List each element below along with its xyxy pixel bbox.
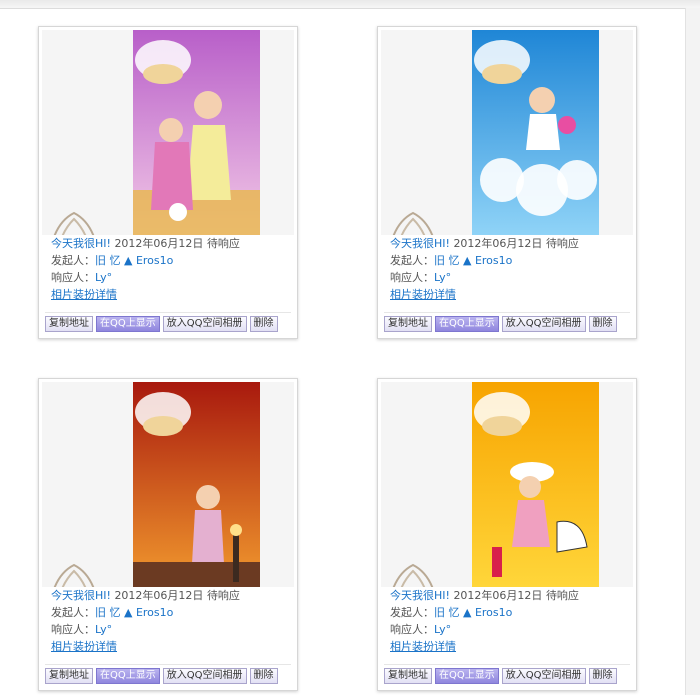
responder-name-link[interactable]: Ly° [434,271,451,284]
card-title-link[interactable]: 今天我很HI! [51,237,111,250]
feather-deco-icon [392,211,434,235]
delete-button[interactable]: 删除 [588,668,617,684]
card-actions: 复制地址 在QQ上显示 放入QQ空间相册 删除 [384,316,617,332]
card-title-link[interactable]: 今天我很HI! [390,237,450,250]
show-on-qq-button[interactable]: 在QQ上显示 [435,668,499,684]
show-on-qq-button[interactable]: 在QQ上显示 [96,316,160,332]
photo-card: 今天我很HI! 2012年06月12日 待响应 发起人：旧 忆 ▲ Eros1o… [377,378,637,691]
card-info: 今天我很HI! 2012年06月12日 待响应 发起人：旧 忆 ▲ Eros1o… [51,235,291,303]
card-status: 待响应 [545,237,579,250]
delete-button[interactable]: 删除 [249,668,278,684]
page-scrollbar[interactable] [685,8,700,695]
responder-name-link[interactable]: Ly° [434,623,451,636]
initiator-label: 发起人： [51,254,95,267]
initiator-label: 发起人： [390,606,434,619]
feather-deco-icon [392,563,434,587]
initiator-label: 发起人： [51,606,95,619]
add-to-album-button[interactable]: 放入QQ空间相册 [162,668,247,684]
card-info: 今天我很HI! 2012年06月12日 待响应 发起人：旧 忆 ▲ Eros1o… [390,235,630,303]
responder-label: 响应人： [390,623,434,636]
photo-thumbnail[interactable] [472,382,599,587]
photo-card: 今天我很HI! 2012年06月12日 待响应 发起人：旧 忆 ▲ Eros1o… [377,26,637,339]
photo-frame [42,30,294,235]
photo-thumbnail[interactable] [133,30,260,235]
card-info: 今天我很HI! 2012年06月12日 待响应 发起人：旧 忆 ▲ Eros1o… [51,587,291,655]
photo-frame [381,30,633,235]
copy-address-button[interactable]: 复制地址 [45,316,93,332]
responder-name-link[interactable]: Ly° [95,623,112,636]
responder-label: 响应人： [51,623,95,636]
card-status: 待响应 [206,589,240,602]
photo-card: 今天我很HI! 2012年06月12日 待响应 发起人：旧 忆 ▲ Eros1o… [38,378,298,691]
browser-top-edge [0,0,700,9]
card-date: 2012年06月12日 [453,237,543,250]
photo-detail-link[interactable]: 相片装扮详情 [51,288,117,301]
photo-thumbnail[interactable] [133,382,260,587]
card-divider [45,312,291,313]
show-on-qq-button[interactable]: 在QQ上显示 [435,316,499,332]
copy-address-button[interactable]: 复制地址 [45,668,93,684]
delete-button[interactable]: 删除 [249,316,278,332]
initiator-label: 发起人： [390,254,434,267]
photo-card: 今天我很HI! 2012年06月12日 待响应 发起人：旧 忆 ▲ Eros1o… [38,26,298,339]
card-info: 今天我很HI! 2012年06月12日 待响应 发起人：旧 忆 ▲ Eros1o… [390,587,630,655]
initiator-name-link[interactable]: 旧 忆 ▲ Eros1o [434,606,512,619]
card-date: 2012年06月12日 [114,237,204,250]
photo-detail-link[interactable]: 相片装扮详情 [390,640,456,653]
add-to-album-button[interactable]: 放入QQ空间相册 [501,316,586,332]
photo-frame [381,382,633,587]
card-actions: 复制地址 在QQ上显示 放入QQ空间相册 删除 [45,668,278,684]
show-on-qq-button[interactable]: 在QQ上显示 [96,668,160,684]
initiator-name-link[interactable]: 旧 忆 ▲ Eros1o [95,254,173,267]
photo-detail-link[interactable]: 相片装扮详情 [390,288,456,301]
card-actions: 复制地址 在QQ上显示 放入QQ空间相册 删除 [384,668,617,684]
add-to-album-button[interactable]: 放入QQ空间相册 [162,316,247,332]
card-divider [384,312,630,313]
photo-thumbnail[interactable] [472,30,599,235]
card-divider [384,664,630,665]
card-date: 2012年06月12日 [453,589,543,602]
card-divider [45,664,291,665]
card-title-link[interactable]: 今天我很HI! [51,589,111,602]
card-date: 2012年06月12日 [114,589,204,602]
card-title-link[interactable]: 今天我很HI! [390,589,450,602]
copy-address-button[interactable]: 复制地址 [384,668,432,684]
card-status: 待响应 [206,237,240,250]
card-actions: 复制地址 在QQ上显示 放入QQ空间相册 删除 [45,316,278,332]
initiator-name-link[interactable]: 旧 忆 ▲ Eros1o [95,606,173,619]
delete-button[interactable]: 删除 [588,316,617,332]
initiator-name-link[interactable]: 旧 忆 ▲ Eros1o [434,254,512,267]
responder-label: 响应人： [51,271,95,284]
add-to-album-button[interactable]: 放入QQ空间相册 [501,668,586,684]
feather-deco-icon [53,563,95,587]
responder-name-link[interactable]: Ly° [95,271,112,284]
photo-detail-link[interactable]: 相片装扮详情 [51,640,117,653]
copy-address-button[interactable]: 复制地址 [384,316,432,332]
responder-label: 响应人： [390,271,434,284]
card-status: 待响应 [545,589,579,602]
photo-frame [42,382,294,587]
feather-deco-icon [53,211,95,235]
